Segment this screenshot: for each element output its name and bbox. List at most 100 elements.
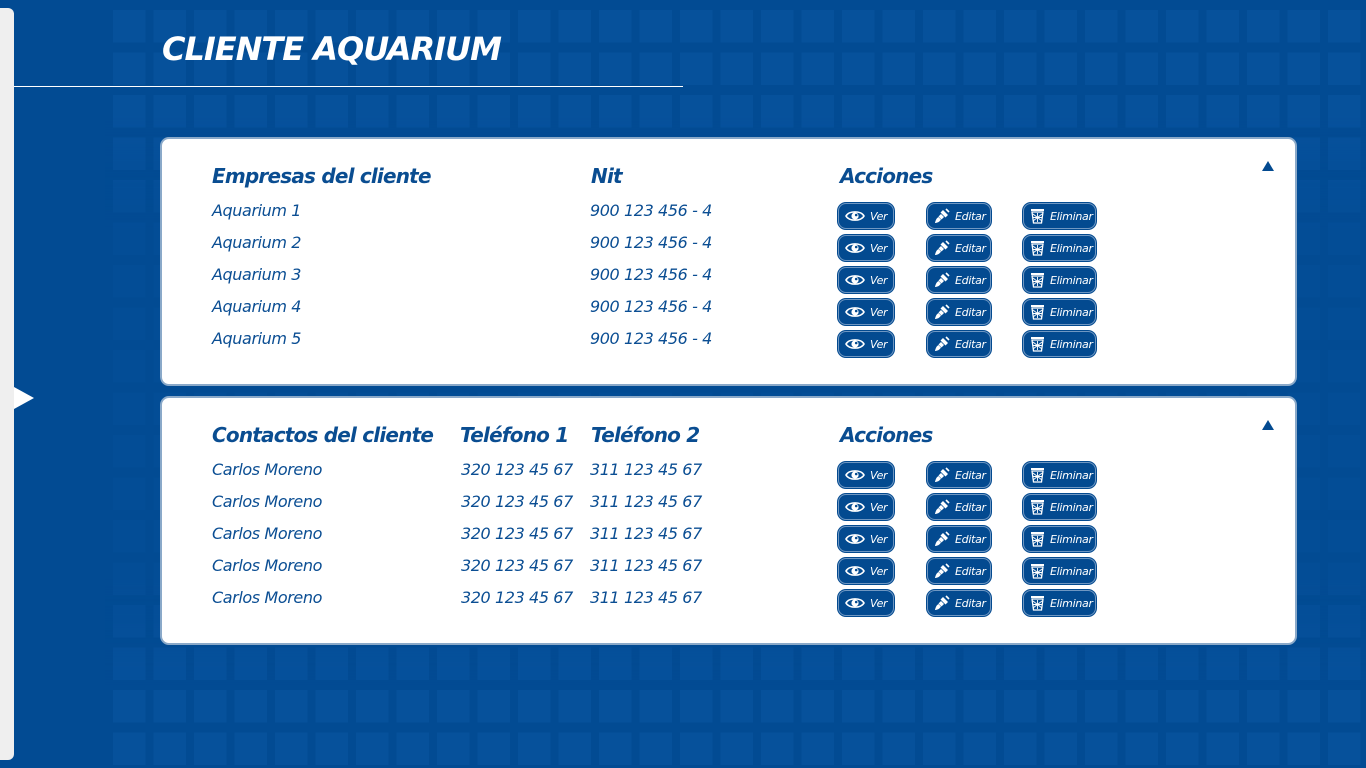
view-button[interactable]: Ver [838,526,894,552]
delete-button[interactable]: Eliminar [1023,235,1096,261]
table-row: Carlos Moreno 320 123 45 67 311 123 45 67 V… [162,492,1295,524]
delete-button-label: Eliminar [1050,273,1093,287]
edit-button[interactable]: Editar [927,235,991,261]
edit-button-label: Editar [955,532,986,546]
edit-button-label: Editar [955,564,986,578]
contact-name: Carlos Moreno [212,492,322,511]
contact-phone2: 311 123 45 67 [590,588,702,607]
paintbrush-icon [934,240,950,256]
contact-phone2: 311 123 45 67 [590,556,702,575]
view-button-label: Ver [870,209,888,223]
table-row: Aquarium 3 900 123 456 - 4 Ver Editar Elimin… [162,265,1295,297]
contact-phone1: 320 123 45 67 [461,460,573,479]
paintbrush-icon [934,467,950,483]
paintbrush-icon [934,563,950,579]
view-button[interactable]: Ver [838,494,894,520]
sidebar-drawer[interactable] [0,8,14,760]
delete-button[interactable]: Eliminar [1023,267,1096,293]
eye-icon [845,337,865,351]
edit-button[interactable]: Editar [927,590,991,616]
delete-button[interactable]: Eliminar [1023,331,1096,357]
contact-phone2: 311 123 45 67 [590,524,702,543]
table-row: Carlos Moreno 320 123 45 67 311 123 45 67 V… [162,588,1295,620]
sidebar-toggle-icon[interactable] [14,387,34,409]
collapse-contacts-icon[interactable] [1262,420,1274,430]
paintbrush-icon [934,531,950,547]
edit-button[interactable]: Editar [927,267,991,293]
view-button-label: Ver [870,305,888,319]
edit-button-label: Editar [955,596,986,610]
contact-name: Carlos Moreno [212,556,322,575]
collapse-companies-icon[interactable] [1262,161,1274,171]
company-nit: 900 123 456 - 4 [590,297,712,316]
trash-basket-icon [1030,272,1045,288]
delete-button[interactable]: Eliminar [1023,462,1096,488]
delete-button[interactable]: Eliminar [1023,558,1096,584]
view-button[interactable]: Ver [838,235,894,261]
view-button[interactable]: Ver [838,299,894,325]
trash-basket-icon [1030,563,1045,579]
view-button[interactable]: Ver [838,590,894,616]
delete-button[interactable]: Eliminar [1023,299,1096,325]
company-name: Aquarium 5 [212,329,302,348]
contacts-name-header: Contactos del cliente [212,423,434,447]
contacts-phone2-header: Teléfono 2 [591,423,700,447]
delete-button[interactable]: Eliminar [1023,526,1096,552]
edit-button-label: Editar [955,337,986,351]
table-row: Carlos Moreno 320 123 45 67 311 123 45 67 V… [162,556,1295,588]
delete-button-label: Eliminar [1050,337,1093,351]
table-row: Carlos Moreno 320 123 45 67 311 123 45 67 V… [162,460,1295,492]
view-button-label: Ver [870,468,888,482]
delete-button[interactable]: Eliminar [1023,590,1096,616]
trash-basket-icon [1030,304,1045,320]
edit-button[interactable]: Editar [927,331,991,357]
view-button-label: Ver [870,337,888,351]
contact-phone2: 311 123 45 67 [590,492,702,511]
eye-icon [845,209,865,223]
contact-phone1: 320 123 45 67 [461,556,573,575]
eye-icon [845,241,865,255]
edit-button-label: Editar [955,468,986,482]
view-button-label: Ver [870,564,888,578]
eye-icon [845,305,865,319]
view-button[interactable]: Ver [838,331,894,357]
view-button[interactable]: Ver [838,203,894,229]
edit-button[interactable]: Editar [927,203,991,229]
view-button-label: Ver [870,500,888,514]
delete-button[interactable]: Eliminar [1023,203,1096,229]
table-row: Aquarium 4 900 123 456 - 4 Ver Editar Elimin… [162,297,1295,329]
view-button[interactable]: Ver [838,267,894,293]
edit-button[interactable]: Editar [927,526,991,552]
companies-name-header: Empresas del cliente [212,164,432,188]
edit-button-label: Editar [955,305,986,319]
title-divider [14,86,683,87]
company-name: Aquarium 2 [212,233,302,252]
edit-button[interactable]: Editar [927,299,991,325]
table-row: Aquarium 1 900 123 456 - 4 Ver Editar Elimin… [162,201,1295,233]
view-button-label: Ver [870,241,888,255]
company-name: Aquarium 4 [212,297,302,316]
company-nit: 900 123 456 - 4 [590,329,712,348]
edit-button-label: Editar [955,209,986,223]
company-nit: 900 123 456 - 4 [590,233,712,252]
edit-button[interactable]: Editar [927,494,991,520]
edit-button-label: Editar [955,500,986,514]
page-title: CLIENTE AQUARIUM [162,30,502,68]
view-button-label: Ver [870,596,888,610]
view-button[interactable]: Ver [838,558,894,584]
edit-button-label: Editar [955,273,986,287]
view-button[interactable]: Ver [838,462,894,488]
delete-button[interactable]: Eliminar [1023,494,1096,520]
edit-button[interactable]: Editar [927,558,991,584]
delete-button-label: Eliminar [1050,500,1093,514]
contact-phone1: 320 123 45 67 [461,492,573,511]
paintbrush-icon [934,336,950,352]
eye-icon [845,532,865,546]
trash-basket-icon [1030,240,1045,256]
table-row: Aquarium 2 900 123 456 - 4 Ver Editar Elimin… [162,233,1295,265]
edit-button[interactable]: Editar [927,462,991,488]
delete-button-label: Eliminar [1050,596,1093,610]
eye-icon [845,468,865,482]
paintbrush-icon [934,272,950,288]
delete-button-label: Eliminar [1050,209,1093,223]
